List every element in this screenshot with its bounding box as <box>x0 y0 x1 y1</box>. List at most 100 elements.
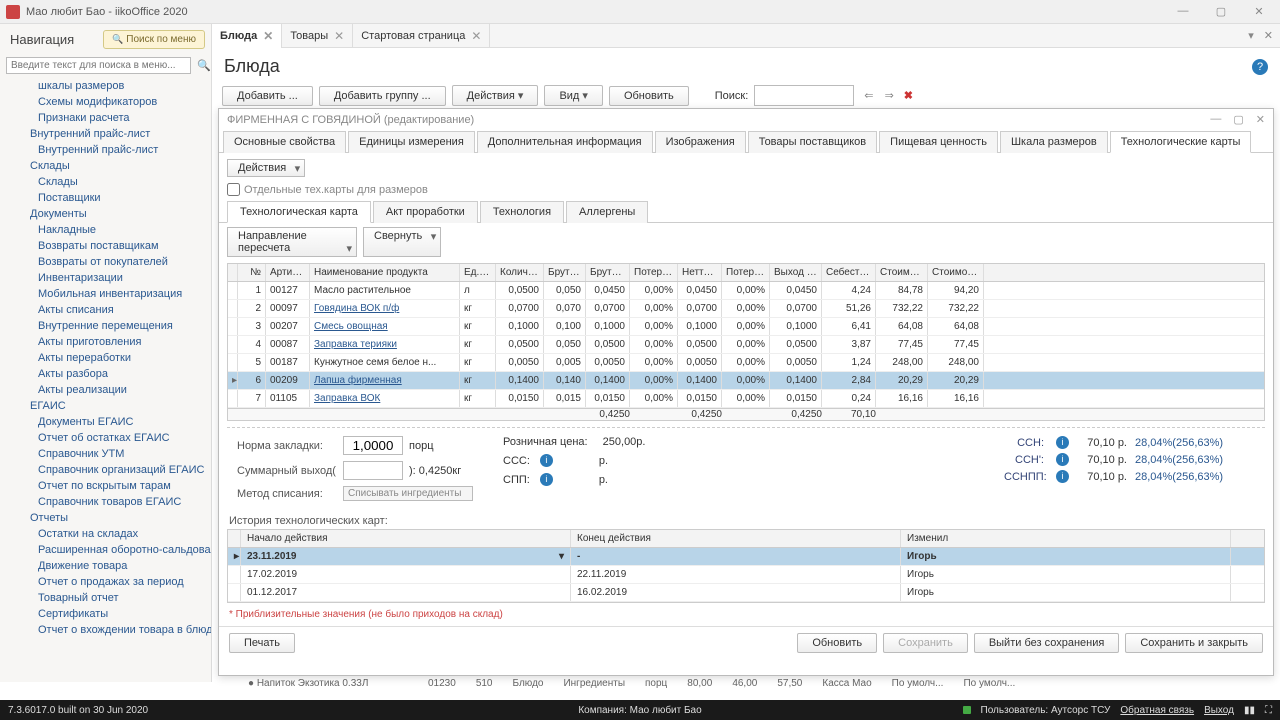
add-button[interactable]: Добавить ... <box>222 86 313 106</box>
nav-item[interactable]: Отчет о продажах за период <box>0 574 211 590</box>
info-icon[interactable]: i <box>540 473 553 486</box>
nav-item[interactable]: Акты разбора <box>0 366 211 382</box>
nav-item[interactable]: Мобильная инвентаризация <box>0 286 211 302</box>
exit-button[interactable]: Выйти без сохранения <box>974 633 1120 653</box>
nav-item[interactable]: Отчет об остатках ЕГАИС <box>0 430 211 446</box>
tab-dropdown-icon[interactable]: ▾ <box>1245 29 1257 42</box>
sub-tab[interactable]: Технологическая карта <box>227 201 371 223</box>
exit-link[interactable]: Выход <box>1204 705 1234 716</box>
property-tab[interactable]: Дополнительная информация <box>477 131 653 153</box>
column-header[interactable]: Ед. Изм. <box>460 264 496 281</box>
document-tab[interactable]: Стартовая страница✕ <box>353 24 490 48</box>
tab-close-all-icon[interactable]: ✕ <box>1261 29 1276 42</box>
column-header[interactable]: Брутто, кг. <box>586 264 630 281</box>
refresh-card-button[interactable]: Обновить <box>797 633 877 653</box>
column-header[interactable]: Себестоимо... р. <box>822 264 876 281</box>
property-tab[interactable]: Основные свойства <box>223 131 346 153</box>
tab-close-icon[interactable]: ✕ <box>263 29 273 43</box>
column-header[interactable]: Стоимо... за ед., р. <box>876 264 928 281</box>
nav-group[interactable]: Внутренний прайс-лист <box>0 126 211 142</box>
nav-item[interactable]: Справочник товаров ЕГАИС <box>0 494 211 510</box>
nav-item[interactable]: Акты переработки <box>0 350 211 366</box>
card-actions-button[interactable]: Действия <box>227 159 305 177</box>
nav-group[interactable]: ЕГАИС <box>0 398 211 414</box>
info-icon[interactable]: i <box>1056 470 1069 483</box>
column-header[interactable]: № <box>238 264 266 281</box>
history-row[interactable]: 01.12.201716.02.2019Игорь <box>228 584 1264 602</box>
help-icon[interactable]: ? <box>1252 59 1268 75</box>
history-row[interactable]: ▸23.11.2019 ▾-Игорь <box>228 548 1264 566</box>
nav-group[interactable]: Склады <box>0 158 211 174</box>
yield-input[interactable] <box>343 461 403 480</box>
maximize-button[interactable]: ▢ <box>1206 5 1236 18</box>
cost-pct-link[interactable]: 28,04%(256,63%) <box>1135 437 1255 449</box>
nav-item[interactable]: Расширенная оборотно-сальдовая в... <box>0 542 211 558</box>
cost-pct-link[interactable]: 28,04%(256,63%) <box>1135 471 1255 483</box>
tab-close-icon[interactable]: ✕ <box>334 29 344 43</box>
actions-button[interactable]: Действия <box>452 85 539 106</box>
sub-tab[interactable]: Акт проработки <box>373 201 478 223</box>
recipe-row[interactable]: 100127Масло растительноел0,05000,0500,04… <box>228 282 1264 300</box>
column-header[interactable]: Колич... в фасовке <box>496 264 544 281</box>
recipe-row[interactable]: 300207Смесь овощнаякг0,10000,1000,10000,… <box>228 318 1264 336</box>
document-tab[interactable]: Блюда✕ <box>212 24 282 48</box>
nav-item[interactable]: Движение товара <box>0 558 211 574</box>
save-close-button[interactable]: Сохранить и закрыть <box>1125 633 1263 653</box>
separate-cards-checkbox[interactable] <box>227 183 240 196</box>
collapse-dropdown[interactable]: Свернуть <box>363 227 441 257</box>
dialog-close-icon[interactable]: ✕ <box>1256 113 1265 126</box>
sub-tab[interactable]: Аллергены <box>566 201 648 223</box>
nav-item[interactable]: Товарный отчет <box>0 590 211 606</box>
nav-item[interactable]: Акты списания <box>0 302 211 318</box>
norm-input[interactable] <box>343 436 403 455</box>
recipe-row[interactable]: 400087Заправка териякикг0,05000,0500,050… <box>228 336 1264 354</box>
save-button[interactable]: Сохранить <box>883 633 968 653</box>
history-row[interactable]: 17.02.201922.11.2019Игорь <box>228 566 1264 584</box>
nav-item[interactable]: Возвраты от покупателей <box>0 254 211 270</box>
nav-item[interactable]: Накладные <box>0 222 211 238</box>
column-header[interactable]: Наименование продукта <box>310 264 460 281</box>
info-icon[interactable]: i <box>1056 453 1069 466</box>
nav-item[interactable]: Акты приготовления <box>0 334 211 350</box>
nav-item[interactable]: Поставщики <box>0 190 211 206</box>
info-icon[interactable]: i <box>1056 436 1069 449</box>
column-header[interactable]: Потери при горячей... <box>722 264 770 281</box>
nav-item[interactable]: Остатки на складах <box>0 526 211 542</box>
nav-item[interactable]: Сертификаты <box>0 606 211 622</box>
cost-pct-link[interactable]: 28,04%(256,63%) <box>1135 454 1255 466</box>
search-icon[interactable]: 🔍 <box>197 59 211 72</box>
minimize-button[interactable]: — <box>1168 5 1198 18</box>
nav-item[interactable]: Справочник УТМ <box>0 446 211 462</box>
property-tab[interactable]: Единицы измерения <box>348 131 475 153</box>
search-clear-icon[interactable]: ✖ <box>904 89 913 102</box>
column-header[interactable]: Стоимость за ед.веса, р. <box>928 264 984 281</box>
info-icon[interactable]: i <box>540 454 553 467</box>
nav-item[interactable]: Документы ЕГАИС <box>0 414 211 430</box>
nav-item[interactable]: Акты реализации <box>0 382 211 398</box>
refresh-button[interactable]: Обновить <box>609 86 689 106</box>
nav-item[interactable]: Признаки расчета <box>0 110 211 126</box>
nav-item[interactable]: Схемы модификаторов <box>0 94 211 110</box>
nav-group[interactable]: Отчеты <box>0 510 211 526</box>
nav-item[interactable]: Склады <box>0 174 211 190</box>
recalc-direction-dropdown[interactable]: Направление пересчета <box>227 227 357 257</box>
property-tab[interactable]: Изображения <box>655 131 746 153</box>
view-button[interactable]: Вид <box>544 85 602 106</box>
print-button[interactable]: Печать <box>229 633 295 653</box>
search-next-icon[interactable]: ⇒ <box>881 90 898 102</box>
nav-search-input[interactable] <box>6 57 191 74</box>
nav-item[interactable]: Внутренние перемещения <box>0 318 211 334</box>
column-header[interactable]: Нетто, кг. <box>678 264 722 281</box>
recipe-row[interactable]: 500187Кунжутное семя белое н...кг0,00500… <box>228 354 1264 372</box>
search-input[interactable] <box>754 85 854 106</box>
recipe-row[interactable]: 701105Заправка ВОКкг0,01500,0150,01500,0… <box>228 390 1264 408</box>
screen-icon[interactable]: ⛶ <box>1265 705 1272 716</box>
column-header[interactable]: Потери при холодной обработке, <box>630 264 678 281</box>
property-tab[interactable]: Пищевая ценность <box>879 131 998 153</box>
nav-item[interactable]: Внутренний прайс-лист <box>0 142 211 158</box>
sub-tab[interactable]: Технология <box>480 201 564 223</box>
method-dropdown[interactable]: Списывать ингредиенты <box>343 486 473 501</box>
nav-item[interactable]: шкалы размеров <box>0 78 211 94</box>
search-prev-icon[interactable]: ⇐ <box>860 90 877 102</box>
nav-item[interactable]: Инвентаризации <box>0 270 211 286</box>
